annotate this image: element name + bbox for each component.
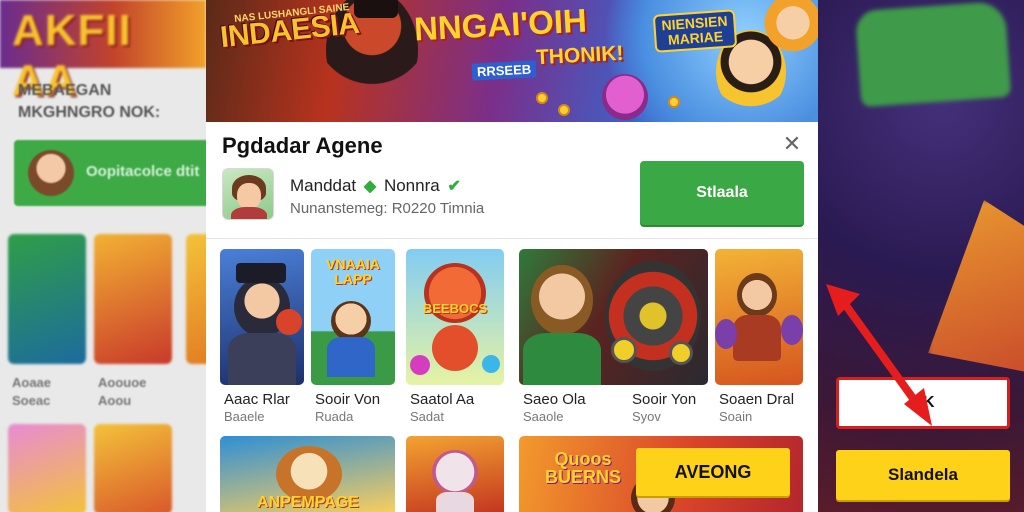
game-character <box>331 301 371 341</box>
action-button[interactable]: AVEONG <box>636 448 790 496</box>
game-meta: Baaele <box>224 409 265 424</box>
hero-coin <box>668 96 680 108</box>
hero-coin <box>558 104 570 116</box>
game-title: Saatol Aa <box>410 391 475 408</box>
background-tile <box>94 234 172 364</box>
background-pizza-wedge <box>928 200 1024 380</box>
hero-monster-character <box>602 74 648 120</box>
account-name-extra: Nonnra <box>383 176 440 195</box>
game-side-character <box>715 319 737 349</box>
background-button: Oopitacolce dtit <box>14 140 206 206</box>
modal-title: Pgdadar Agene <box>222 133 383 158</box>
game-character-body <box>733 315 781 361</box>
game-meta: Soain <box>719 409 753 424</box>
background-caption: Aoaae Soeac <box>12 374 51 410</box>
section-divider <box>206 238 818 239</box>
background-caption: Aoouoe Aoou <box>98 374 146 410</box>
game-art-label: VNAAIA LAPP <box>326 256 380 287</box>
game-card[interactable]: BEEBOCS Saatol Aa Sadat <box>406 249 504 429</box>
background-banner: AKFII AA <box>0 0 206 105</box>
game-meta: Syov <box>632 409 661 424</box>
background-car <box>854 0 1012 108</box>
game-title: Sooir Von <box>315 391 381 408</box>
game-card[interactable]: Aaac Rlar Baaele <box>220 249 304 429</box>
game-character-body <box>327 337 375 377</box>
game-character <box>737 273 777 317</box>
account-name: Manddat <box>290 176 357 195</box>
hero-villain-hat <box>354 0 398 18</box>
background-caption-line: Aoouoe <box>98 375 147 390</box>
game-robot-gear <box>669 341 693 365</box>
game-title: Saeo Ola <box>523 391 586 408</box>
background-caption-line: Aoou <box>98 393 132 408</box>
hero-coin <box>536 92 548 104</box>
game-art-label: Quoos BUERNS <box>544 449 621 487</box>
game-side-character <box>781 315 803 345</box>
game-card[interactable] <box>406 436 504 512</box>
game-thumbnail: VNAAIA LAPP <box>311 249 395 385</box>
game-art-label: BEEBOCS <box>422 301 488 316</box>
background-heading-line-1: MEBAEGAN <box>18 82 112 99</box>
verified-check-icon: ✔ <box>447 178 461 195</box>
hero-banner: NAS LUSHANGLI SAINE INDAESIA NNGAI'OIH R… <box>206 0 818 122</box>
background-tile <box>8 234 86 364</box>
game-hero-body <box>523 333 601 385</box>
game-thumbnail <box>220 249 304 385</box>
game-robot-gear <box>611 337 637 363</box>
background-avatar <box>28 150 74 196</box>
game-thumbnail: ANPEMPAGE <box>220 436 395 512</box>
game-account-modal: NAS LUSHANGLI SAINE INDAESIA NNGAI'OIH R… <box>206 0 818 512</box>
game-card[interactable]: Soaen Dral Soain <box>715 249 803 429</box>
game-thumbnail: BEEBOCS <box>406 249 504 385</box>
hero-sub-badge: RRSEEB <box>471 60 537 81</box>
account-subtitle: Nunanstemeg: R0220 Timnia <box>290 200 485 217</box>
game-bubble <box>482 355 500 373</box>
hero-right-logo-line-2: MARIAE <box>667 28 724 48</box>
background-caption-line: Soeac <box>12 393 51 408</box>
game-art-label: ANPEMPAGE <box>257 494 359 511</box>
yellow-confirm-button[interactable]: Slandela <box>836 450 1010 500</box>
close-icon: ✕ <box>782 131 802 156</box>
game-bubble <box>410 355 430 375</box>
game-thumbnail <box>519 249 708 385</box>
primary-green-button[interactable]: Stlaala <box>640 161 804 225</box>
background-caption-line: Aoaae <box>12 375 52 390</box>
hero-sub-title: THONIK! <box>535 41 625 70</box>
game-title: Aaac Rlar <box>224 391 290 408</box>
game-hero-character <box>531 265 593 335</box>
hero-main-title: NNGAI'OIH <box>413 1 588 48</box>
game-card[interactable]: VNAAIA LAPP Sooir Von Ruada <box>311 249 395 429</box>
game-thumbnail <box>715 249 803 385</box>
white-confirm-button[interactable]: CK <box>836 377 1010 429</box>
background-tile <box>94 424 172 512</box>
game-character <box>432 450 478 494</box>
game-title: Sooir Yon <box>632 391 697 408</box>
avatar-face <box>237 183 261 209</box>
avatar-body <box>231 207 267 219</box>
game-meta: Saaole <box>523 409 564 424</box>
background-button-label: Oopitacolce dtit <box>86 163 200 180</box>
game-character-body <box>432 325 478 371</box>
game-character-hat <box>236 263 286 283</box>
game-character-body <box>436 492 474 512</box>
background-tile <box>8 424 86 512</box>
game-glove <box>276 309 302 335</box>
close-button[interactable]: ✕ <box>780 132 804 156</box>
hero-right-logo: NIENSIEN MARIAE <box>652 9 738 53</box>
game-title: Soaen Dral <box>719 391 795 408</box>
game-meta: Sadat <box>410 409 444 424</box>
game-thumbnail <box>406 436 504 512</box>
background-left-panel: AKFII AA MEBAEGAN MKGHNGRO NOK: Oopitaco… <box>0 0 206 512</box>
background-tile <box>186 234 206 364</box>
background-heading-line-2: MKGHNGRO NOK: <box>18 104 161 121</box>
game-meta: Ruada <box>315 409 354 424</box>
check-icon: ◆ <box>363 178 377 195</box>
game-character-body <box>228 333 296 385</box>
game-card[interactable]: ANPEMPAGE <box>220 436 395 512</box>
background-heading: MEBAEGAN MKGHNGRO NOK: <box>18 80 160 124</box>
account-avatar <box>222 168 274 220</box>
account-name-row: Manddat ◆ Nonnra ✔ <box>290 176 464 196</box>
background-right-panel <box>818 0 1024 512</box>
